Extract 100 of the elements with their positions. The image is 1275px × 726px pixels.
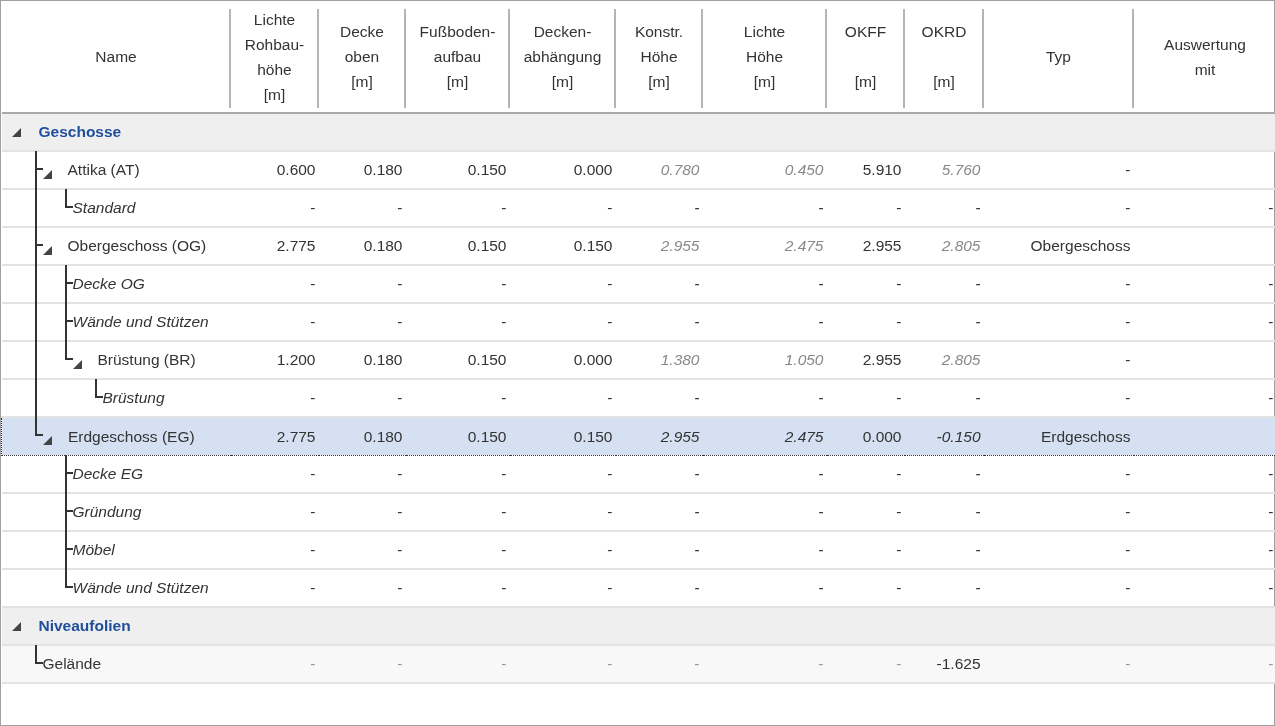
table-row[interactable]: Gründung - - - - - - - - - - (1, 493, 1275, 531)
tree-item[interactable]: Brüstung (102, 386, 165, 410)
cell-value: - (694, 389, 700, 407)
tree-item[interactable]: Gründung (72, 500, 142, 524)
collapse-icon[interactable] (42, 245, 52, 255)
collapse-icon[interactable] (11, 127, 21, 137)
table-row[interactable]: Standard - - - - - - - - - - (1, 189, 1275, 227)
cell-value: - (694, 503, 700, 521)
cell-value: - (607, 389, 613, 407)
cell-value: 0.150 (467, 161, 507, 179)
cell-value: - (818, 655, 824, 673)
cell-value: 0.000 (862, 427, 902, 445)
collapse-icon[interactable] (72, 359, 82, 369)
cell-value: - (607, 275, 613, 293)
cell-value: - (975, 541, 981, 559)
cell-value: - (896, 275, 902, 293)
group-row[interactable]: Niveaufolien (1, 607, 1275, 645)
cell-value: - (501, 389, 507, 407)
cell-value: - (694, 199, 700, 217)
cell-value: - (975, 275, 981, 293)
cell-value: - (1268, 313, 1274, 331)
cell-value: - (694, 465, 700, 483)
cell-value: - (1268, 503, 1274, 521)
cell-value: 0.180 (363, 237, 403, 255)
cell-value: - (694, 541, 700, 559)
cell-value: - (694, 579, 700, 597)
tree-item[interactable]: Möbel (72, 538, 115, 562)
cell-value: 0.000 (573, 351, 613, 369)
cell-value: - (694, 275, 700, 293)
cell-value: - (397, 541, 403, 559)
cell-value: 1.200 (276, 351, 316, 369)
cell-value: - (1268, 275, 1274, 293)
cell-value: - (310, 541, 316, 559)
table-row[interactable]: Decke OG - - - - - - - - - - (1, 265, 1275, 303)
tree-item[interactable]: Wände und Stützen (72, 576, 209, 600)
tree-item[interactable]: Wände und Stützen (72, 310, 209, 334)
cell-value: - (1125, 351, 1131, 369)
table-row[interactable]: Gelände - - - - - - - -1.625 - - (1, 645, 1275, 683)
cell-value: - (310, 655, 316, 673)
group-row[interactable]: Geschosse (1, 113, 1275, 151)
cell-value: 0.000 (573, 161, 613, 179)
cell-value: - (1268, 541, 1274, 559)
cell-value: - (310, 275, 316, 293)
collapse-icon[interactable] (42, 169, 52, 179)
collapse-icon[interactable] (43, 435, 52, 445)
cell-value: - (896, 503, 902, 521)
cell-value: 0.600 (276, 161, 316, 179)
table-row[interactable]: Attika (AT) 0.600 0.180 0.150 0.000 0.780 0.450 5.910 5.760 - (1, 151, 1275, 189)
cell-value: - (896, 579, 902, 597)
tree-item[interactable]: Decke EG (72, 462, 144, 486)
cell-value: - (607, 655, 613, 673)
cell-value: - (896, 199, 902, 217)
cell-value: - (1125, 389, 1131, 407)
table-row[interactable]: Brüstung (BR) 1.200 0.180 0.150 0.000 1.380 1.050 2.955 2.805 - (1, 341, 1275, 379)
cell-value: - (397, 655, 403, 673)
cell-value: - (397, 313, 403, 331)
cell-value: -0.150 (936, 427, 981, 445)
cell-value: 2.955 (862, 237, 902, 255)
cell-value: - (818, 313, 824, 331)
cell-value: 2.475 (784, 237, 824, 255)
cell-value: - (975, 389, 981, 407)
cell-value: - (501, 313, 507, 331)
cell-value: 0.180 (363, 427, 403, 445)
cell-value: 2.805 (941, 237, 981, 255)
cell-value: 2.775 (276, 237, 316, 255)
cell-value: 5.760 (941, 161, 981, 179)
cell-value: - (975, 503, 981, 521)
cell-value: 1.380 (660, 351, 700, 369)
cell-value: - (310, 199, 316, 217)
cell-value: - (975, 199, 981, 217)
cell-value: - (607, 199, 613, 217)
cell-value: - (501, 655, 507, 673)
cell-value: - (501, 275, 507, 293)
cell-value: - (818, 275, 824, 293)
tree-item[interactable]: Brüstung (BR) (97, 348, 196, 372)
cell-value: - (1125, 655, 1131, 673)
cell-value: - (818, 199, 824, 217)
cell-value: 0.150 (467, 427, 507, 445)
cell-value: 0.150 (573, 427, 613, 445)
cell-value: 1.050 (784, 351, 824, 369)
table-row[interactable]: Erdgeschoss (EG) 2.775 0.180 0.150 0.150 2.955 2.475 0.000 -0.150 Erdgeschoss (1, 417, 1275, 455)
tree-item[interactable]: Attika (AT) (67, 158, 140, 182)
tree-item[interactable]: Obergeschoss (OG) (67, 234, 207, 258)
cell-value: - (818, 503, 824, 521)
table-row[interactable]: Möbel - - - - - - - - - - (1, 531, 1275, 569)
cell-value: - (1125, 199, 1131, 217)
cell-value: - (501, 541, 507, 559)
cell-value: - (1268, 465, 1274, 483)
collapse-icon[interactable] (11, 621, 21, 631)
cell-value: - (896, 465, 902, 483)
cell-value: 2.805 (941, 351, 981, 369)
tree-item[interactable]: Standard (72, 196, 136, 220)
tree-item[interactable]: Gelände (42, 652, 102, 676)
table-row[interactable]: Obergeschoss (OG) 2.775 0.180 0.150 0.150 2.955 2.475 2.955 2.805 Obergeschoss (1, 227, 1275, 265)
cell-value: 2.955 (660, 427, 700, 445)
table-row[interactable]: Decke EG - - - - - - - - - - (1, 455, 1275, 493)
tree-item[interactable]: Decke OG (72, 272, 145, 296)
cell-value: - (1125, 313, 1131, 331)
cell-value: - (397, 275, 403, 293)
table-row[interactable]: Wände und Stützen - - - - - - - - - - (1, 303, 1275, 341)
